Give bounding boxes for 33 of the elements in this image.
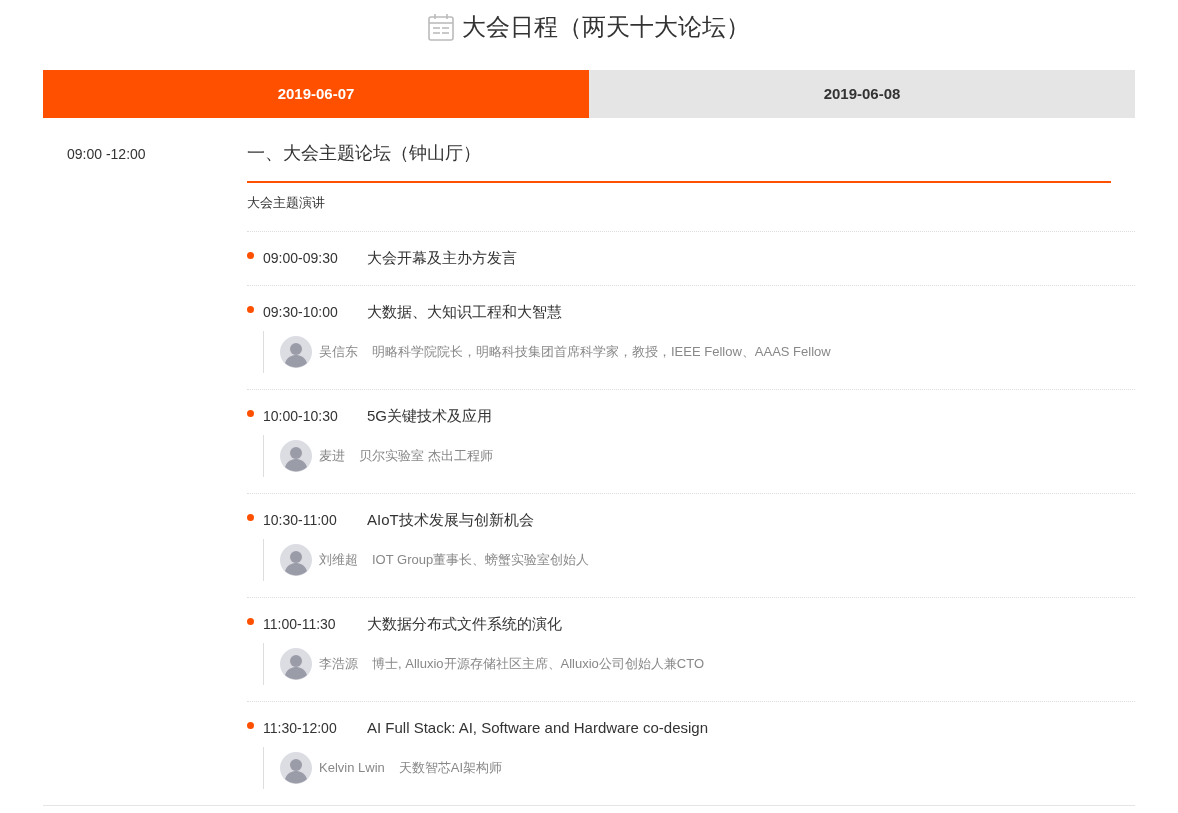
session-time: 09:00-09:30 <box>263 248 339 268</box>
session-time: 10:30-11:00 <box>263 510 338 530</box>
session-time: 11:30-12:00 <box>263 718 338 738</box>
session-topic: AI Full Stack: AI, Software and Hardware co-design <box>367 717 708 738</box>
speaker-bio: 博士, Alluxio开源存储社区主席、Alluxio公司创始人兼CTO <box>372 655 705 674</box>
avatar-icon <box>280 648 312 680</box>
session-time: 10:00-10:30 <box>263 406 339 426</box>
forum-subheading: 大会主题演讲 <box>247 183 1135 232</box>
speaker-name: 李浩源 <box>319 655 358 674</box>
forum-heading: 一、大会主题论坛（钟山厅） <box>247 118 1111 183</box>
session-time: 09:30-10:00 <box>263 302 339 322</box>
speaker-name: 刘维超 <box>319 551 358 570</box>
page-title: 大会日程（两天十大论坛） <box>462 12 750 42</box>
speaker-bio: 贝尔实验室 杰出工程师 <box>359 447 493 466</box>
speaker-name: Kelvin Lwin <box>319 759 385 778</box>
session-time: 11:00-11:30 <box>263 614 337 634</box>
session-topic: 5G关键技术及应用 <box>367 405 492 426</box>
speaker-bio: 天数智芯AI架构师 <box>398 759 503 778</box>
avatar-icon <box>280 440 312 472</box>
block-time: 09:00 -12:00 <box>66 145 147 164</box>
date-tab[interactable]: 2019-06-08 <box>589 70 1135 118</box>
speaker-bio: 明略科学院院长，明略科技集团首席科学家，教授，IEEE Fellow、AAAS Fellow <box>372 343 831 362</box>
session-topic: AIoT技术发展与创新机会 <box>367 509 534 530</box>
speaker-name: 吴信东 <box>319 343 358 362</box>
session-topic: 大会开幕及主办方发言 <box>367 247 517 268</box>
session-topic: 大数据分布式文件系统的演化 <box>367 613 562 634</box>
session-topic: 大数据、大知识工程和大智慧 <box>367 301 562 322</box>
speaker-name: 麦进 <box>319 447 345 466</box>
avatar-icon <box>280 336 312 368</box>
avatar-icon <box>280 752 312 784</box>
avatar-icon <box>280 544 312 576</box>
speaker-bio: IOT Group董事长、螃蟹实验室创始人 <box>372 551 590 570</box>
calendar-icon <box>428 13 454 41</box>
